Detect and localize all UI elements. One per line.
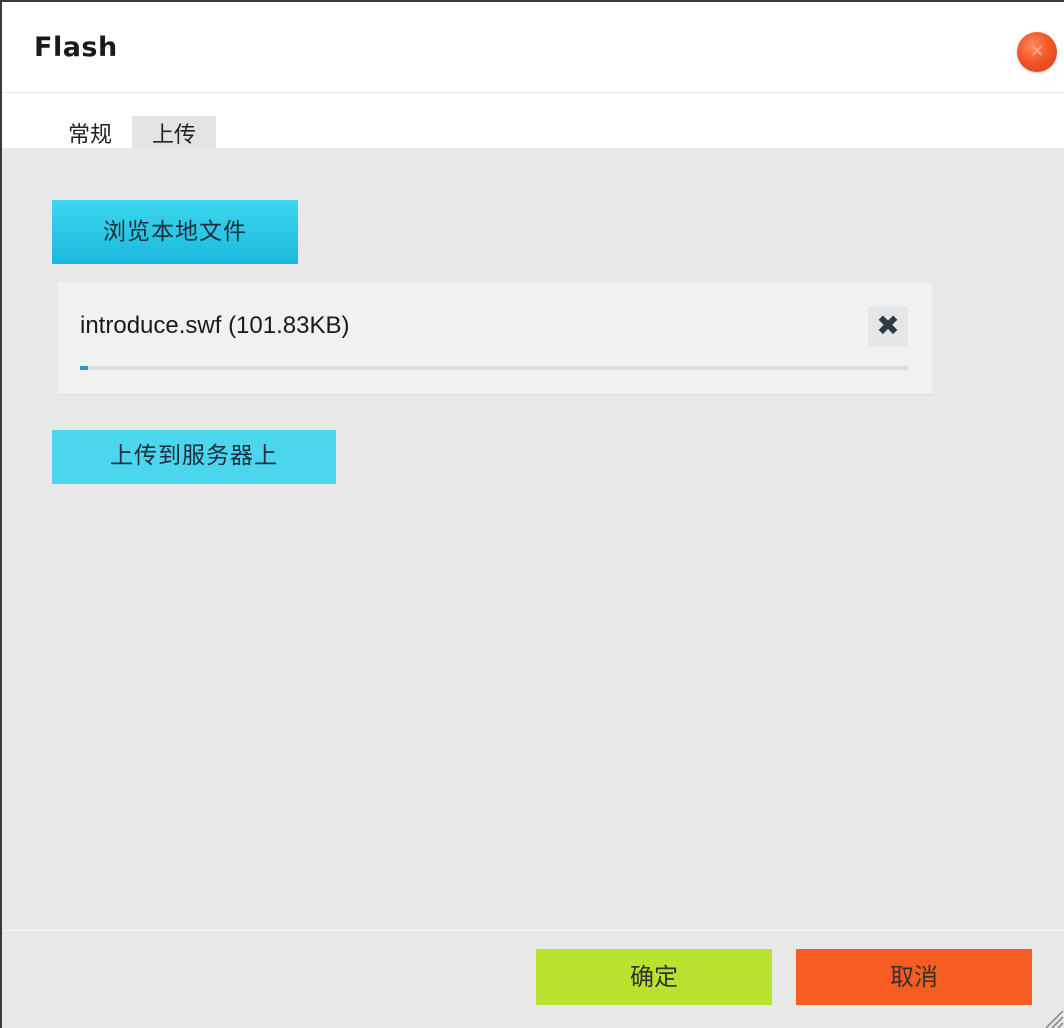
tab-general[interactable]: 常规 (48, 116, 133, 150)
ok-button[interactable]: 确定 (536, 949, 772, 1005)
remove-file-icon[interactable]: ✖ (868, 306, 908, 346)
dialog-titlebar[interactable]: Flash × (2, 2, 1064, 93)
dialog-footer: 确定 取消 (2, 930, 1064, 1028)
flash-dialog: Flash × 常规 上传 浏览本地文件 introduce.swf (101.… (0, 0, 1064, 1028)
upload-progress-fill (80, 366, 88, 370)
file-name: introduce.swf (101.83KB) (80, 312, 350, 339)
cancel-button[interactable]: 取消 (796, 949, 1032, 1005)
resize-grip-icon[interactable] (1042, 1007, 1064, 1028)
close-button[interactable]: × (1017, 32, 1057, 72)
close-icon: × (1029, 41, 1045, 61)
upload-panel: 浏览本地文件 introduce.swf (101.83KB) ✖ 上传到服务器… (2, 148, 1064, 930)
upload-progress-bar (80, 366, 908, 370)
tab-upload[interactable]: 上传 (132, 116, 217, 150)
file-list-item: introduce.swf (101.83KB) (58, 282, 932, 394)
dialog-title: Flash (34, 32, 118, 63)
tab-bar: 常规 上传 (48, 116, 217, 150)
browse-local-files-button[interactable]: 浏览本地文件 (52, 200, 298, 264)
upload-to-server-button[interactable]: 上传到服务器上 (52, 430, 336, 484)
